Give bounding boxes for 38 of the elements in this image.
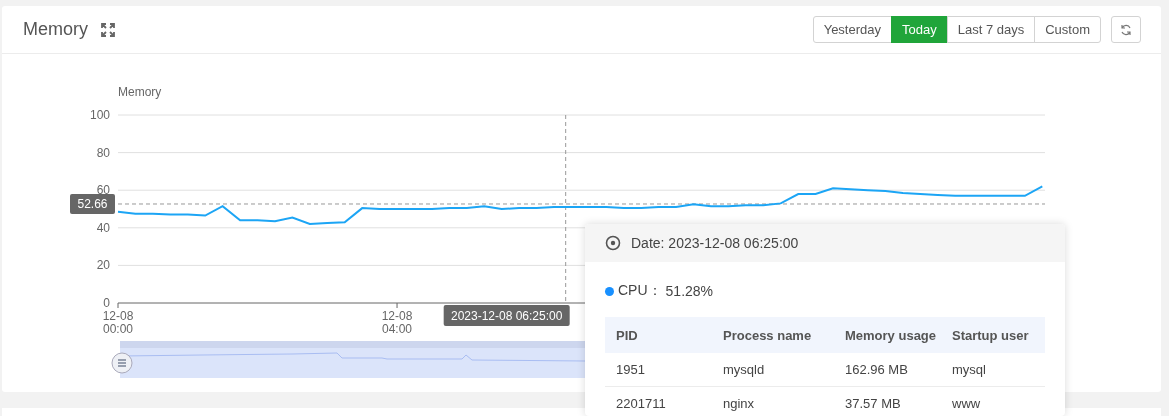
ref-line-label: 52.66 bbox=[77, 197, 108, 212]
axis-tick bbox=[396, 302, 398, 309]
table-cell: 1951 bbox=[605, 353, 712, 387]
axis-tick bbox=[117, 302, 119, 309]
range-tab[interactable]: Custom bbox=[1034, 16, 1101, 43]
target-icon bbox=[605, 235, 621, 251]
table-cell: 162.96 MB bbox=[834, 353, 941, 387]
time-label: 2023-12-08 06:25:00 bbox=[443, 305, 570, 326]
table-cell: nginx bbox=[712, 386, 834, 416]
table-cell: mysqld bbox=[712, 353, 834, 387]
table-cell: 2201711 bbox=[605, 386, 712, 416]
panel-title: Memory bbox=[23, 19, 88, 40]
tooltip-date: Date: 2023-12-08 06:25:00 bbox=[631, 235, 799, 251]
series-label: CPU： bbox=[618, 282, 662, 300]
refresh-icon bbox=[1120, 23, 1132, 36]
axis-label: 12-08 00:00 bbox=[102, 309, 134, 336]
column-header: Process name bbox=[712, 317, 834, 353]
expand-icon[interactable] bbox=[100, 21, 116, 38]
table-cell: mysql bbox=[941, 353, 1045, 387]
axis-label: 80 bbox=[96, 145, 110, 160]
series-value: 51.28% bbox=[665, 283, 714, 299]
range-tab[interactable]: Last 7 days bbox=[946, 16, 1036, 43]
axis-label: 0 bbox=[103, 296, 110, 310]
axis-label: 12-08 04:00 bbox=[381, 309, 413, 336]
value-label: 52.66 bbox=[70, 194, 115, 214]
table-cell: www bbox=[941, 386, 1045, 416]
column-header: Memory usage bbox=[834, 317, 941, 353]
axis-label: 40 bbox=[96, 220, 110, 235]
column-header: Startup user bbox=[941, 317, 1045, 353]
table-cell: 37.57 MB bbox=[834, 386, 941, 416]
range-tab[interactable]: Yesterday bbox=[812, 16, 892, 43]
range-slider[interactable] bbox=[120, 341, 585, 378]
slider-handle[interactable] bbox=[111, 352, 133, 374]
axis-label: 100 bbox=[89, 108, 110, 122]
axis-title: Memory bbox=[118, 85, 162, 99]
column-header: PID bbox=[605, 317, 712, 353]
refresh-button[interactable] bbox=[1111, 16, 1141, 43]
axis-label: 20 bbox=[96, 258, 110, 273]
